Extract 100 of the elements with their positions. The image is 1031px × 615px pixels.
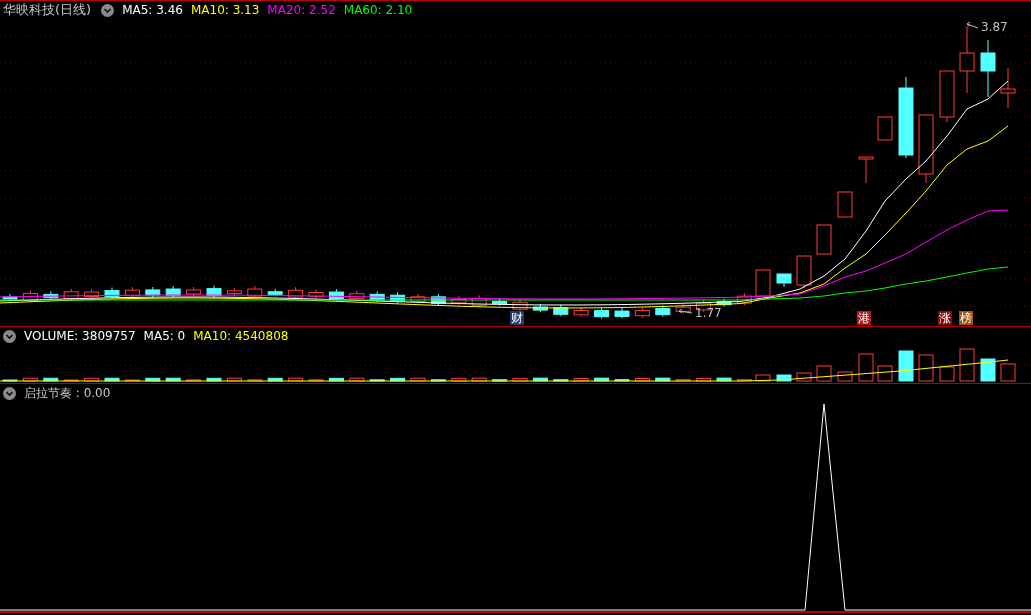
candlestick — [451, 295, 467, 306]
volume-bar — [898, 350, 914, 382]
volume-bar — [594, 377, 610, 382]
candlestick — [186, 286, 202, 297]
volume-bar — [43, 377, 59, 382]
candlestick — [247, 285, 263, 299]
volume-bar — [532, 377, 548, 382]
candlestick — [634, 306, 650, 319]
event-tag[interactable]: 港 — [857, 311, 871, 325]
candlestick — [553, 304, 569, 317]
volume-bar — [573, 377, 589, 382]
candlestick — [2, 293, 18, 302]
volume-bar — [104, 377, 120, 382]
pointer-arrow-icon — [678, 308, 693, 314]
volume-bar — [186, 379, 202, 382]
collapse-icon[interactable] — [3, 386, 16, 400]
moving-average-value: MA5: 3.46 — [122, 3, 183, 17]
candlestick — [410, 293, 426, 304]
pointer-arrow-icon — [966, 21, 979, 29]
collapse-icon[interactable] — [101, 3, 115, 17]
candlestick — [675, 303, 691, 314]
candlestick — [816, 224, 832, 255]
candlestick — [532, 303, 548, 313]
candlestick — [614, 307, 630, 319]
candlestick — [877, 116, 893, 141]
candlestick — [755, 269, 771, 297]
volume-value: MA5: 0 — [143, 329, 186, 343]
event-tag[interactable]: 榜 — [959, 311, 973, 325]
volume-bar — [980, 358, 996, 382]
volume-bar — [959, 348, 975, 382]
volume-bar — [776, 374, 792, 382]
low-price-label: 1.77 — [695, 307, 722, 320]
candlestick — [918, 114, 934, 184]
volume-bar — [165, 377, 181, 382]
candlestick — [328, 288, 344, 301]
chart-title: 华映科技(日线) — [3, 1, 92, 19]
volume-bar — [288, 377, 304, 382]
volume-bar — [328, 377, 344, 382]
volume-bar — [124, 379, 140, 382]
volume-bar — [247, 379, 263, 382]
candlestick — [736, 292, 752, 306]
moving-average-value: MA10: 3.13 — [190, 3, 260, 17]
volume-bar — [655, 377, 671, 382]
candlestick — [471, 294, 487, 308]
candlestick — [655, 304, 671, 318]
candlestick — [430, 293, 446, 306]
high-price-label: 3.87 — [981, 21, 1008, 34]
volume-bar — [451, 377, 467, 382]
candlestick — [226, 287, 242, 297]
volume-bar — [1000, 363, 1016, 382]
candlestick — [959, 25, 975, 94]
volume-bar — [675, 379, 691, 382]
candlestick — [573, 307, 589, 318]
candlestick — [858, 156, 874, 184]
candlestick — [63, 288, 79, 301]
candlestick — [124, 286, 140, 299]
volume-bar — [84, 377, 100, 382]
volume-bar — [410, 377, 426, 382]
volume-bar — [63, 379, 79, 382]
candlestick — [43, 290, 59, 301]
collapse-icon[interactable] — [3, 329, 16, 343]
candlestick — [796, 255, 812, 289]
volume-bar — [492, 379, 508, 382]
volume-bar — [696, 378, 712, 382]
volume-value: MA10: 4540808 — [193, 329, 289, 343]
volume-bar — [22, 377, 38, 382]
volume-bar — [226, 377, 242, 382]
volume-bar — [716, 377, 732, 382]
candlestick — [84, 288, 100, 300]
volume-bar — [553, 379, 569, 382]
volume-bar — [390, 377, 406, 382]
candlestick — [104, 287, 120, 300]
volume-bar — [837, 371, 853, 382]
volume-bar — [634, 377, 650, 382]
volume-bar — [796, 372, 812, 382]
volume-bar — [877, 365, 893, 382]
candlestick — [390, 291, 406, 304]
volume-bar — [430, 379, 446, 382]
volume-bar — [816, 365, 832, 382]
event-tag[interactable]: 涨 — [938, 311, 952, 325]
volume-bar — [145, 377, 161, 382]
volume-bar — [369, 379, 385, 382]
candlestick — [1000, 67, 1016, 109]
volume-bar — [2, 379, 18, 382]
volume-value: VOLUME: 3809757 — [24, 329, 136, 343]
candlestick — [837, 191, 853, 218]
volume-bar — [755, 374, 771, 382]
candlestick — [267, 288, 283, 297]
volume-bar — [349, 377, 365, 382]
candlestick — [716, 298, 732, 308]
volume-bar — [267, 377, 283, 382]
candlestick — [145, 286, 161, 298]
candlestick — [980, 39, 996, 98]
moving-average-value: MA60: 2.10 — [343, 3, 413, 17]
volume-bar — [614, 379, 630, 382]
volume-bar — [308, 379, 324, 382]
candlestick — [349, 290, 365, 302]
volume-bar — [736, 379, 752, 382]
volume-bar — [858, 353, 874, 382]
event-tag[interactable]: 财 — [510, 311, 524, 325]
